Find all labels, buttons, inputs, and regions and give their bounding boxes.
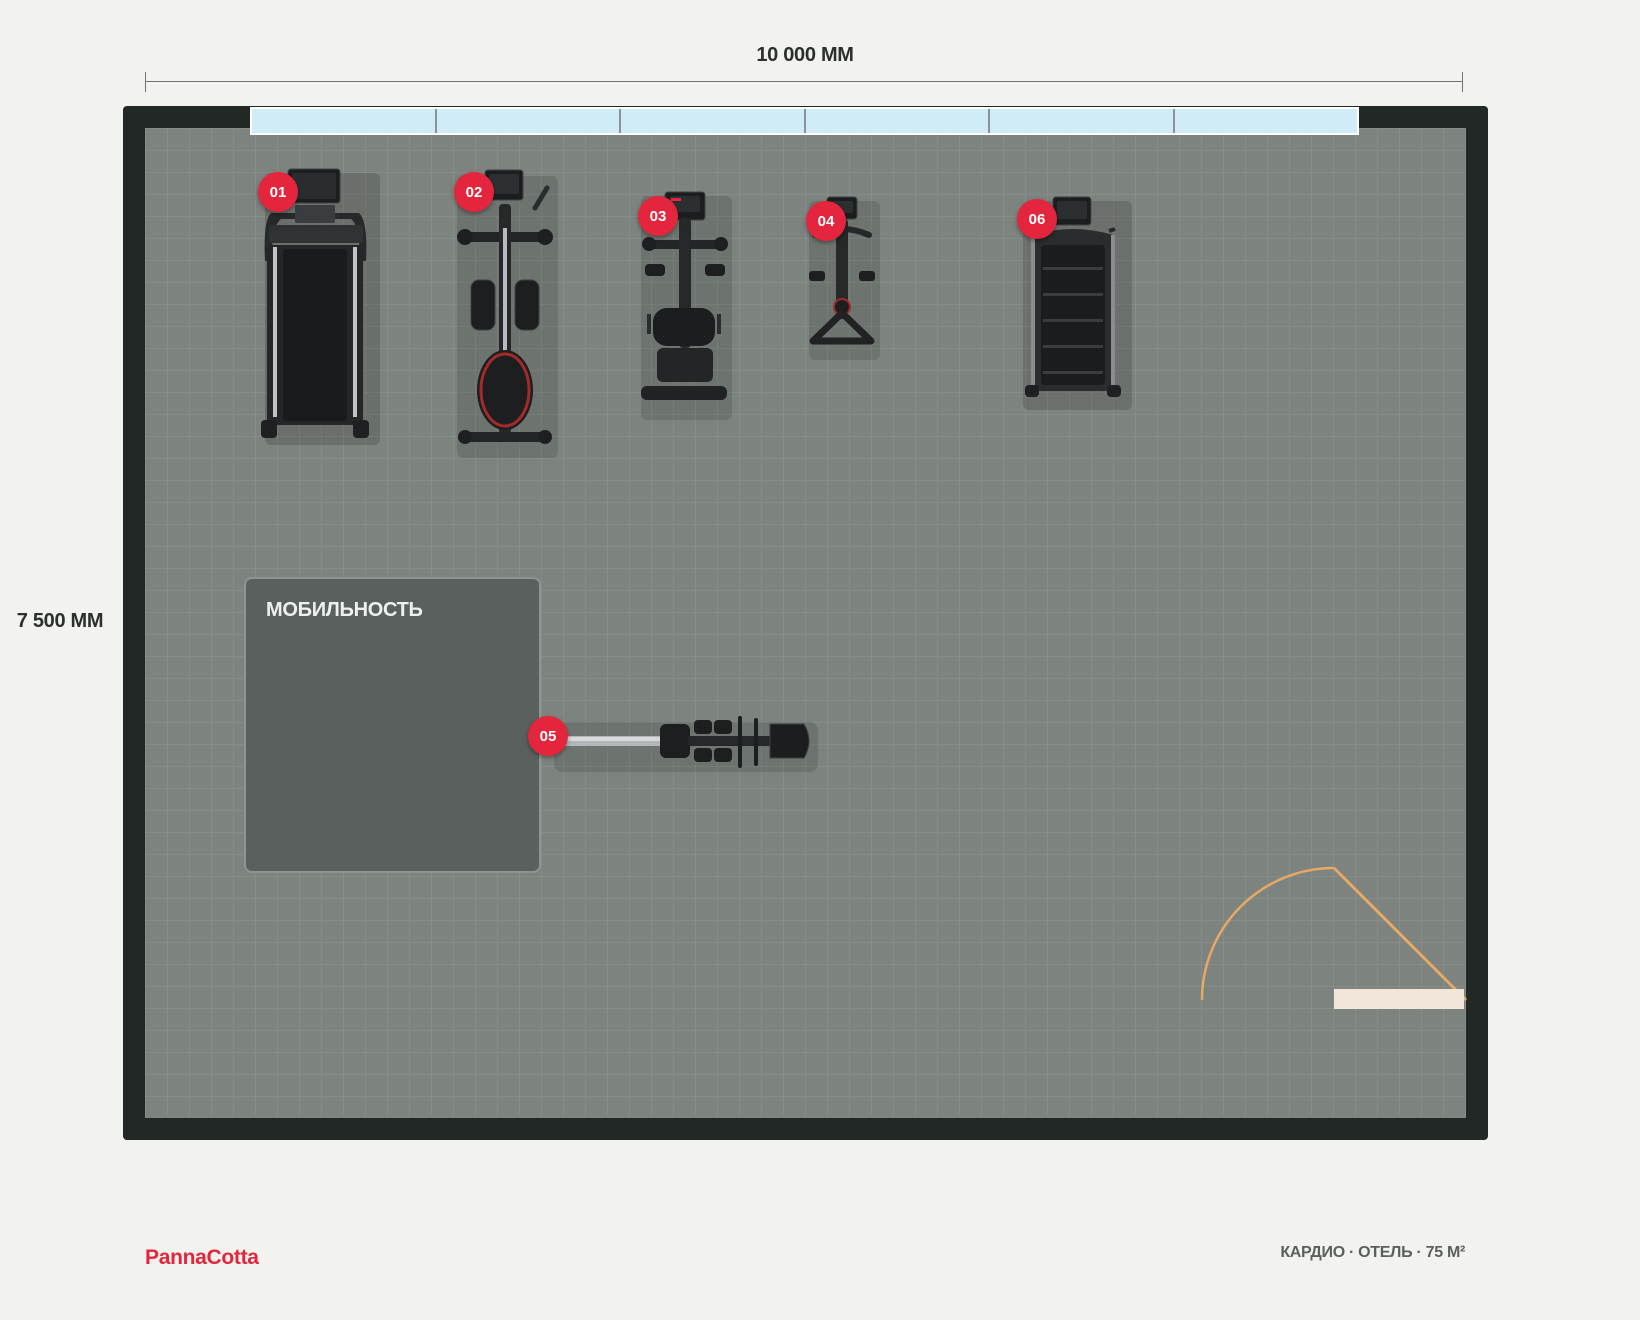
window-pane bbox=[621, 109, 806, 133]
window-pane bbox=[252, 109, 437, 133]
width-dimension-label: 10 000 ММ bbox=[756, 44, 854, 66]
window-pane bbox=[1174, 109, 1357, 133]
equipment-badge-05[interactable]: 05 bbox=[528, 716, 568, 756]
mobility-zone-label: МОБИЛЬНОСТЬ bbox=[266, 599, 423, 621]
equipment-badge-02[interactable]: 02 bbox=[454, 172, 494, 212]
width-dimension-tick-left bbox=[145, 72, 146, 92]
window-pane bbox=[436, 109, 621, 133]
mobility-zone[interactable]: МОБИЛЬНОСТЬ bbox=[244, 577, 541, 873]
rowing-machine[interactable] bbox=[548, 712, 818, 772]
window-strip bbox=[250, 107, 1359, 135]
width-dimension-tick-right bbox=[1462, 72, 1463, 92]
height-dimension-label: 7 500 ММ bbox=[16, 610, 104, 632]
door-opening[interactable] bbox=[1334, 989, 1464, 1009]
rowing-machine-icon bbox=[548, 716, 818, 772]
equipment-badge-03[interactable]: 03 bbox=[638, 196, 678, 236]
equipment-badge-04[interactable]: 04 bbox=[806, 201, 846, 241]
equipment-badge-06[interactable]: 06 bbox=[1017, 199, 1057, 239]
window-pane bbox=[805, 109, 990, 133]
equipment-badge-01[interactable]: 01 bbox=[258, 172, 298, 212]
window-pane bbox=[990, 109, 1175, 133]
width-dimension-line bbox=[145, 81, 1463, 82]
plan-caption: КАРДИО · ОТЕЛЬ · 75 М² bbox=[1280, 1244, 1465, 1261]
brand-logo: PannaCotta bbox=[145, 1246, 259, 1269]
